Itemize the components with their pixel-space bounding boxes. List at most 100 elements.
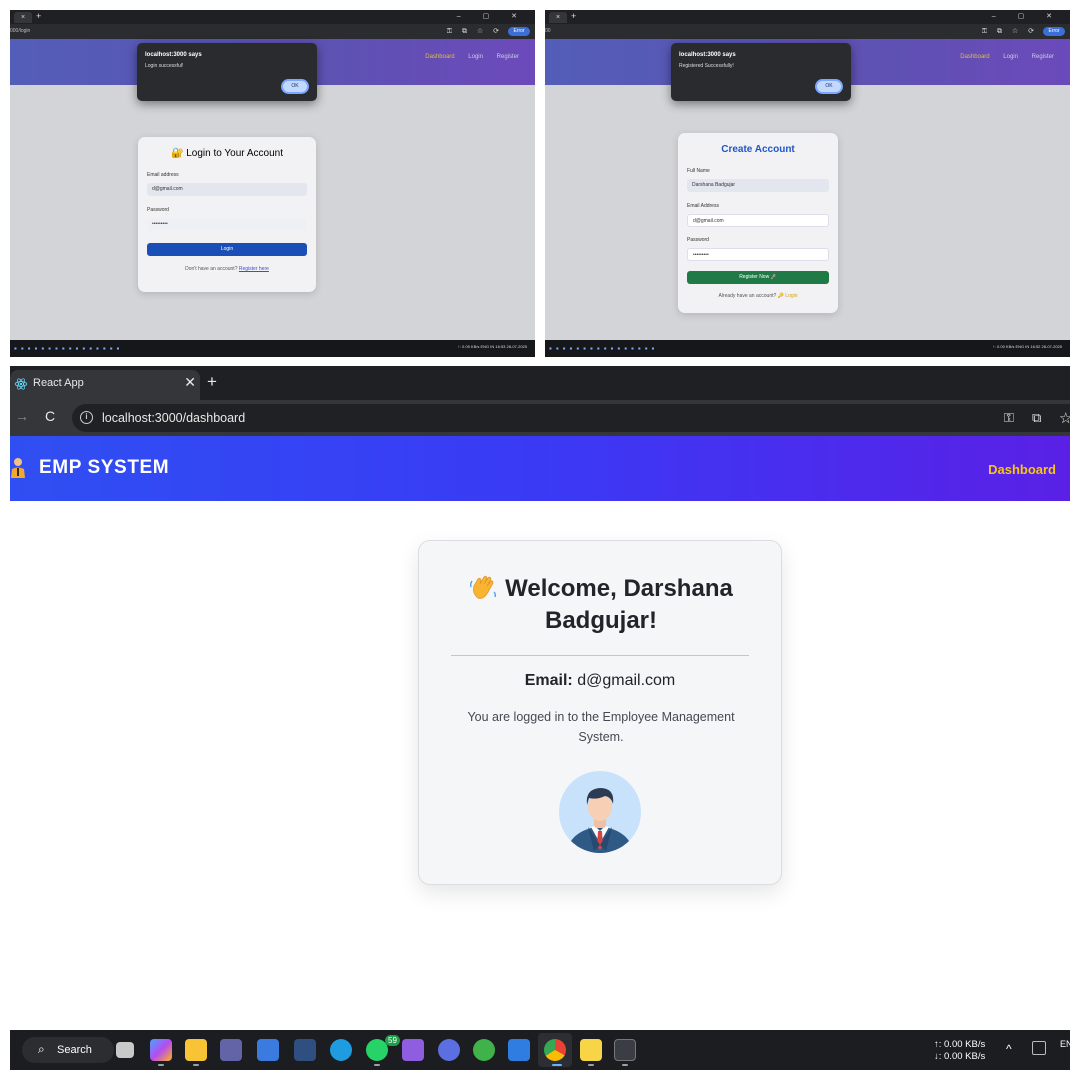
brand-title[interactable]: EMP SYSTEM	[39, 457, 169, 479]
alert-message: Login successful!	[145, 63, 184, 69]
url-text[interactable]: 00	[545, 28, 551, 34]
alert-title: localhost:3000 says	[679, 52, 736, 58]
sql-tool-icon[interactable]	[294, 1039, 316, 1061]
running-indicator	[622, 1064, 628, 1066]
install-app-icon[interactable]: ⧉	[1032, 410, 1041, 426]
app-navbar: EMP SYSTEM Dashboard	[10, 436, 1070, 501]
running-indicator	[588, 1064, 594, 1066]
new-tab-button[interactable]: +	[571, 11, 576, 21]
address-bar[interactable]: i localhost:3000/dashboard ⚿ ⧉ ☆	[72, 404, 1070, 432]
address-bar: 000/login ⚿ ⧉ ☆ ⟳ Error	[10, 24, 535, 39]
status-message: You are logged in to the Employee Manage…	[467, 710, 735, 744]
login-prompt: Already have an account? 🔑 Login	[718, 293, 798, 299]
whatsapp-badge: 59	[385, 1035, 400, 1046]
running-indicator	[158, 1064, 164, 1066]
profile-button[interactable]: Error	[508, 27, 530, 36]
register-card: Create Account Full Name Darshana Badguj…	[678, 133, 838, 313]
full-name-input[interactable]: Darshana Badgujar	[687, 179, 829, 192]
taskbar-app-icons[interactable]: ▪▪▪▪▪▪▪▪▪▪▪▪▪▪▪▪	[14, 344, 123, 353]
task-view-icon[interactable]	[116, 1042, 134, 1058]
dashboard-screenshot: React App ✕ + → C i localhost:3000/dashb…	[10, 366, 1070, 1070]
profile-button[interactable]: Error	[1043, 27, 1065, 36]
login-screenshot: × + – ▢ ✕ 000/login ⚿ ⧉ ☆ ⟳ Error Dashbo…	[10, 10, 535, 357]
password-label: Password	[147, 207, 169, 213]
email-label: Email:	[524, 672, 573, 689]
welcome-card: Welcome, Darshana Badgujar! Email: d@gma…	[418, 540, 782, 885]
reload-button[interactable]: C	[45, 408, 55, 424]
taskbar-app-icons[interactable]: ▪▪▪▪▪▪▪▪▪▪▪▪▪▪▪▪	[549, 344, 658, 353]
running-indicator	[552, 1064, 562, 1066]
terminal-icon[interactable]	[614, 1039, 636, 1061]
password-input[interactable]: •••••••••	[687, 248, 829, 261]
url-text[interactable]: localhost:3000/dashboard	[102, 411, 245, 425]
lock-icon: 🔐	[171, 148, 184, 159]
windows-taskbar: ▪▪▪▪▪▪▪▪▪▪▪▪▪▪▪▪ ↑: 0.05 KB/s ENG IN 16:…	[10, 340, 535, 357]
window-controls[interactable]: – ▢ ✕	[992, 12, 1062, 20]
chrome-icon[interactable]	[544, 1039, 566, 1061]
forward-button[interactable]: →	[15, 408, 29, 424]
alert-message: Registered Successfully!	[679, 63, 734, 69]
edge-icon[interactable]	[330, 1039, 352, 1061]
alert-ok-button[interactable]: OK	[815, 79, 843, 94]
tab-close-button[interactable]: ×	[549, 12, 567, 23]
divider	[451, 655, 749, 656]
teams-icon[interactable]	[220, 1039, 242, 1061]
alert-ok-button[interactable]: OK	[281, 79, 309, 94]
email-input[interactable]: d@gmail.com	[687, 214, 829, 227]
toolbar-icons[interactable]: ⚿ ⧉ ☆ ⟳	[982, 27, 1038, 36]
system-tray: ↑: 0.00 KB/s ENG IN 16:52 28-07-2025	[992, 344, 1062, 349]
network-upload: ↑: 0.00 KB/s	[934, 1039, 986, 1050]
full-name-label: Full Name	[687, 168, 710, 174]
nav-dashboard-link[interactable]: Dashboard	[988, 462, 1056, 477]
register-link[interactable]: Register here	[239, 266, 269, 272]
react-icon	[14, 378, 28, 390]
site-info-icon[interactable]: i	[80, 411, 93, 424]
copilot-icon[interactable]	[150, 1039, 172, 1061]
toolbar-icons[interactable]: ⚿ ⧉ ☆ ⟳	[447, 27, 503, 36]
email-row: Email: d@gmail.com	[419, 672, 781, 690]
email-label: Email address	[147, 172, 179, 178]
person-icon	[11, 458, 25, 478]
browser-tab[interactable]: React App ✕	[10, 370, 200, 400]
register-title: Create Account	[721, 144, 795, 155]
tab-title: React App	[33, 377, 84, 389]
bookmark-star-icon[interactable]: ☆	[1059, 409, 1070, 427]
store-icon[interactable]	[508, 1039, 530, 1061]
window-controls[interactable]: – ▢ ✕	[457, 12, 527, 20]
alert-dialog: localhost:3000 says Login successful! OK	[137, 43, 317, 101]
alert-title: localhost:3000 says	[145, 52, 202, 58]
app-icon[interactable]	[438, 1039, 460, 1061]
new-tab-button[interactable]: +	[36, 11, 41, 21]
azure-studio-icon[interactable]	[257, 1039, 279, 1061]
search-icon: ⌕	[38, 1042, 45, 1056]
running-indicator	[193, 1064, 199, 1066]
show-hidden-icons[interactable]: ^	[1006, 1042, 1012, 1056]
password-input[interactable]: •••••••••	[147, 218, 307, 231]
login-button[interactable]: Login	[147, 243, 307, 256]
waving-hand-icon	[470, 575, 497, 599]
new-tab-button[interactable]: +	[207, 372, 217, 392]
tray-app-icon[interactable]	[1032, 1041, 1046, 1055]
register-button[interactable]: Register Now 🚀	[687, 271, 829, 284]
browser-tab-bar: × + – ▢ ✕	[545, 10, 1070, 24]
taskbar-search[interactable]: ⌕ Search	[22, 1037, 114, 1063]
network-download: ↓: 0.00 KB/s	[934, 1051, 986, 1062]
spring-tool-icon[interactable]	[473, 1039, 495, 1061]
login-link[interactable]: Login	[785, 293, 797, 299]
register-prompt: Don't have an account? Register here	[185, 266, 269, 272]
file-explorer-icon[interactable]	[185, 1039, 207, 1061]
language-indicator[interactable]: EN	[1060, 1039, 1070, 1049]
url-text[interactable]: 000/login	[10, 28, 30, 34]
email-label: Email Address	[687, 203, 719, 209]
system-tray: ↑: 0.05 KB/s ENG IN 16:53 28-07-2025	[457, 344, 527, 349]
sticky-notes-icon[interactable]	[580, 1039, 602, 1061]
search-label: Search	[57, 1044, 92, 1056]
alert-dialog: localhost:3000 says Registered Successfu…	[671, 43, 851, 101]
tab-close-button[interactable]: ✕	[184, 374, 196, 391]
visual-studio-icon[interactable]	[402, 1039, 424, 1061]
welcome-heading: Welcome, Darshana Badgujar!	[439, 573, 763, 637]
browser-toolbar: → C i localhost:3000/dashboard ⚿ ⧉ ☆	[10, 400, 1070, 436]
password-key-icon[interactable]: ⚿	[1004, 410, 1014, 426]
tab-close-button[interactable]: ×	[14, 12, 32, 23]
email-input[interactable]: d@gmail.com	[147, 183, 307, 196]
